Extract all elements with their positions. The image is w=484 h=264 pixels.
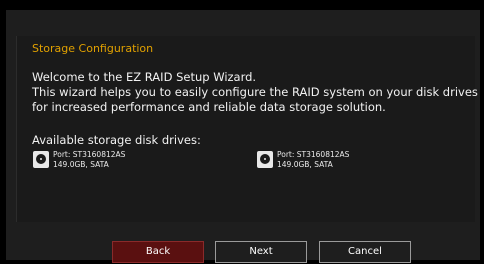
drive-info: Port: ST3160812AS 149.0GB, SATA: [277, 150, 349, 170]
available-drives-label: Available storage disk drives:: [32, 133, 201, 147]
back-button[interactable]: Back: [112, 241, 204, 263]
storage-configuration-panel: [16, 36, 475, 222]
drive-port: Port: ST3160812AS: [53, 150, 126, 159]
intro-line: Welcome to the EZ RAID Setup Wizard.: [32, 70, 257, 84]
disk-drive-item[interactable]: Port: ST3160812AS 149.0GB, SATA: [33, 150, 125, 176]
intro-line: for increased performance and reliable d…: [32, 100, 386, 114]
drive-capacity: 149.0GB, SATA: [53, 160, 109, 169]
drive-info: Port: ST3160812AS 149.0GB, SATA: [53, 150, 125, 170]
intro-text: Welcome to the EZ RAID Setup Wizard. Thi…: [32, 70, 478, 115]
drive-port: Port: ST3160812AS: [277, 150, 350, 159]
panel-title: Storage Configuration: [32, 42, 154, 55]
cancel-button[interactable]: Cancel: [319, 241, 411, 263]
hard-disk-icon: [33, 151, 49, 168]
intro-line: This wizard helps you to easily configur…: [32, 85, 478, 99]
disk-drive-item[interactable]: Port: ST3160812AS 149.0GB, SATA: [257, 150, 349, 176]
next-button[interactable]: Next: [215, 241, 307, 263]
hard-disk-icon: [257, 151, 273, 168]
drive-capacity: 149.0GB, SATA: [277, 160, 333, 169]
